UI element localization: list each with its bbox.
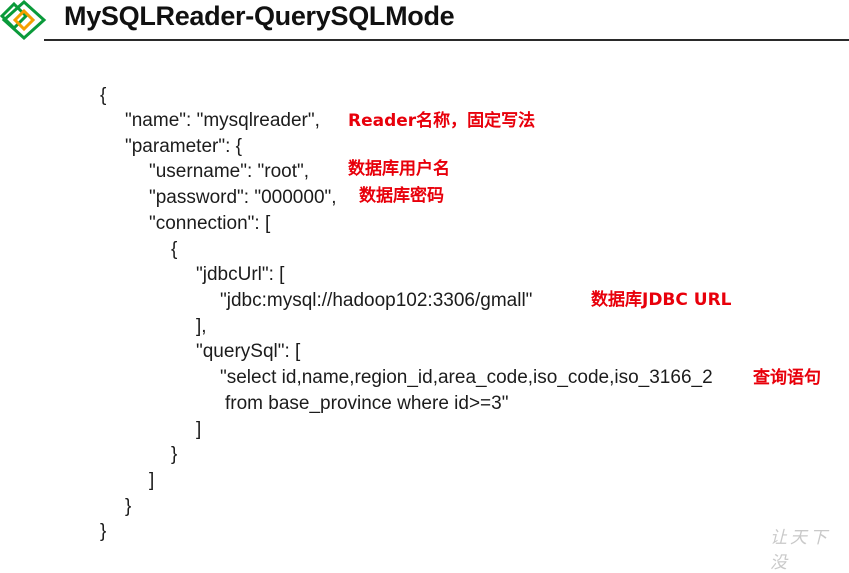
code-line: "querySql": [: [196, 341, 301, 362]
annotation-username: 数据库用户名: [348, 159, 450, 179]
code-line: ]: [149, 470, 155, 491]
watermark: 让天下没: [770, 528, 830, 573]
code-line: from base_province where id>=3": [225, 393, 509, 414]
code-line: }: [100, 521, 107, 542]
annotation-name: Reader名称，固定写法: [348, 111, 536, 131]
code-line: "parameter": {: [125, 136, 242, 157]
json-config-block: { "name": "mysqlreader", "parameter": { …: [0, 0, 849, 547]
code-line: "name": "mysqlreader",: [125, 110, 320, 131]
code-line: }: [125, 496, 132, 517]
code-line: {: [100, 85, 107, 106]
code-line: "jdbcUrl": [: [196, 264, 285, 285]
code-line: "username": "root",: [149, 161, 310, 182]
annotation-query: 查询语句: [753, 368, 821, 388]
annotation-jdbc: 数据库JDBC URL: [591, 290, 732, 310]
code-line: "select id,name,region_id,area_code,iso_…: [220, 367, 713, 388]
code-line: "connection": [: [149, 213, 271, 234]
code-line: ]: [196, 419, 202, 440]
annotation-password: 数据库密码: [359, 186, 444, 206]
code-line: "jdbc:mysql://hadoop102:3306/gmall": [220, 290, 533, 311]
code-line: "password": "000000",: [149, 187, 337, 208]
code-line: ],: [196, 316, 207, 337]
code-line: }: [171, 444, 178, 465]
code-line: {: [171, 239, 178, 260]
